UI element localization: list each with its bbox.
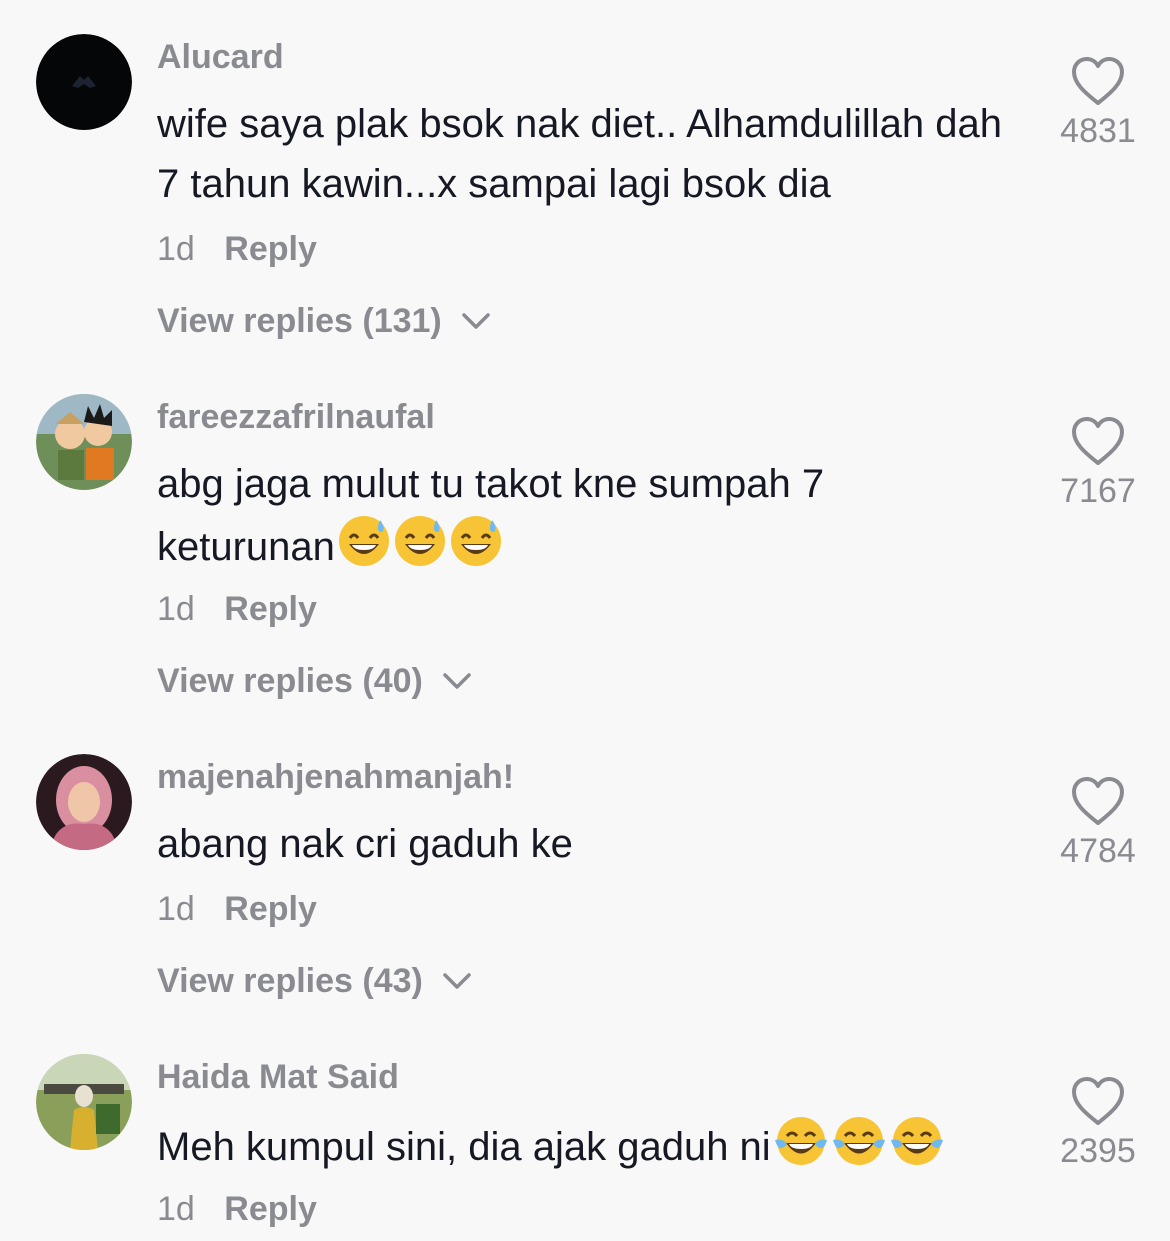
like-control: 7167 (1048, 416, 1148, 511)
like-count: 7167 (1060, 472, 1136, 510)
tears-of-joy-emoji-icon (773, 1114, 829, 1185)
like-count: 4831 (1060, 112, 1136, 150)
chevron-down-icon (462, 313, 490, 329)
reply-button[interactable]: Reply (224, 1190, 317, 1228)
comment-meta: 1d Reply (157, 890, 317, 929)
comment-time: 1d (157, 890, 195, 928)
heart-icon[interactable] (1070, 1076, 1126, 1128)
avatar[interactable] (36, 394, 132, 490)
comment-time: 1d (157, 590, 195, 628)
comment-text-content: abang nak cri gaduh ke (157, 822, 573, 866)
heart-icon[interactable] (1070, 776, 1126, 828)
heart-icon[interactable] (1070, 56, 1126, 108)
like-control: 4831 (1048, 56, 1148, 151)
comment-meta: 1d Reply (157, 230, 317, 269)
comment-text-content: wife saya plak bsok nak diet.. Alhamduli… (157, 102, 1002, 206)
comment-username[interactable]: fareezzafrilnaufal (157, 398, 435, 437)
comment-username[interactable]: Haida Mat Said (157, 1058, 399, 1097)
comment-username[interactable]: Alucard (157, 38, 284, 77)
tears-of-joy-emoji-icon (889, 1114, 945, 1185)
avatar[interactable] (36, 754, 132, 850)
like-control: 2395 (1048, 1076, 1148, 1171)
comment-text-content: Meh kumpul sini, dia ajak gaduh ni (157, 1125, 771, 1169)
like-count: 2395 (1060, 1132, 1136, 1170)
avatar[interactable] (36, 34, 132, 130)
like-control: 4784 (1048, 776, 1148, 871)
reply-button[interactable]: Reply (224, 890, 317, 928)
outdoor-photo-avatar-icon (36, 1054, 132, 1150)
comment-time: 1d (157, 230, 195, 268)
comment-text: wife saya plak bsok nak diet.. Alhamduli… (157, 94, 1017, 214)
comment-time: 1d (157, 1190, 195, 1228)
heart-icon[interactable] (1070, 416, 1126, 468)
grinning-sweat-emoji-icon (449, 514, 503, 585)
view-replies-button[interactable]: View replies (131) (157, 302, 491, 341)
chevron-down-icon (443, 973, 472, 989)
view-replies-label: View replies (40) (157, 662, 423, 700)
view-replies-button[interactable]: View replies (40) (157, 662, 472, 701)
tears-of-joy-emoji-icon (831, 1114, 887, 1185)
comment-text: abang nak cri gaduh ke (157, 814, 1017, 874)
woman-hijab-avatar-icon (36, 754, 132, 850)
comment-username[interactable]: majenahjenahmanjah! (157, 758, 514, 797)
comment-text: abg jaga mulut tu takot kne sumpah 7 ket… (157, 454, 917, 585)
comment-meta: 1d Reply (157, 1190, 317, 1229)
comment-meta: 1d Reply (157, 590, 317, 629)
chevron-down-icon (443, 673, 472, 689)
view-replies-button[interactable]: View replies (43) (157, 962, 472, 1001)
grinning-sweat-emoji-icon (393, 514, 447, 585)
view-replies-label: View replies (131) (157, 302, 442, 340)
avatar[interactable] (36, 1054, 132, 1150)
grinning-sweat-emoji-icon (337, 514, 391, 585)
reply-button[interactable]: Reply (224, 590, 317, 628)
view-replies-label: View replies (43) (157, 962, 423, 1000)
like-count: 4784 (1060, 832, 1136, 870)
reply-button[interactable]: Reply (224, 230, 317, 268)
dark-silhouette-avatar-icon (36, 34, 132, 130)
comment-text: Meh kumpul sini, dia ajak gaduh ni (157, 1114, 1037, 1185)
anime-characters-avatar-icon (36, 394, 132, 490)
